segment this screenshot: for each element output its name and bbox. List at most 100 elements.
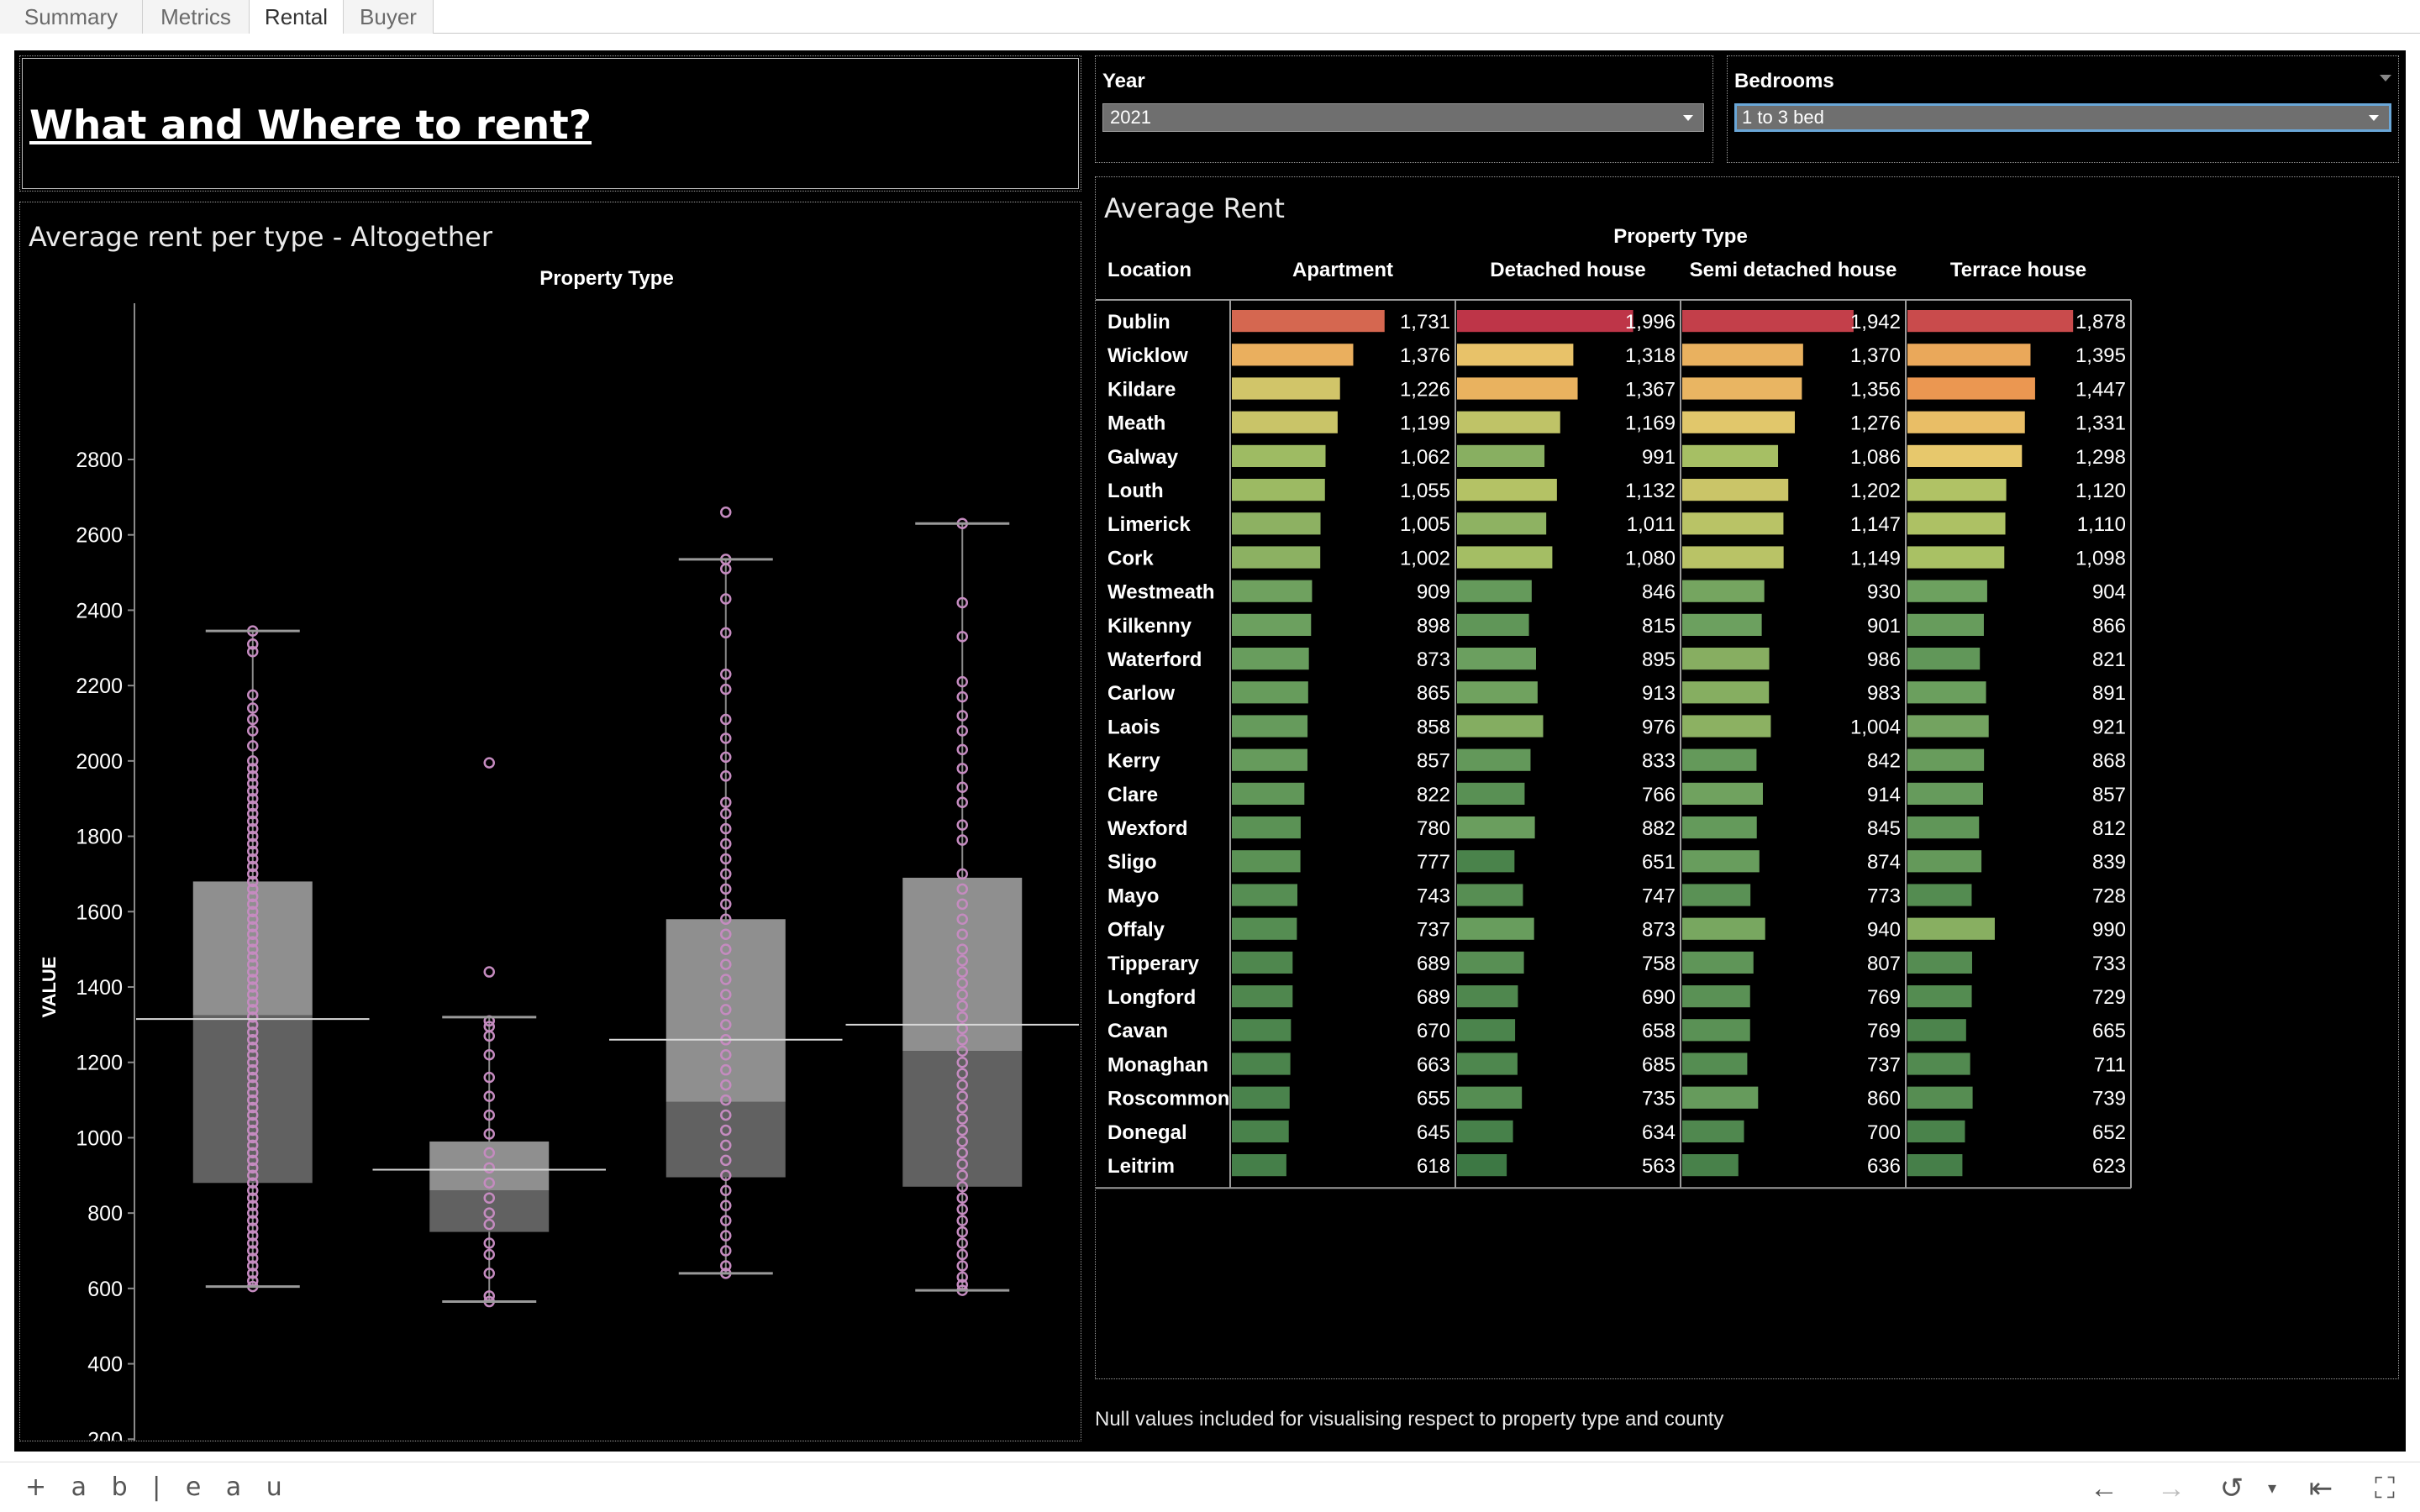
rent-bar[interactable] <box>1457 1019 1516 1042</box>
rent-bar[interactable] <box>1907 1154 1963 1177</box>
rent-bar[interactable] <box>1457 748 1531 771</box>
rent-bar[interactable] <box>1682 580 1765 602</box>
rent-bar[interactable] <box>1457 782 1525 805</box>
rent-bar[interactable] <box>1682 681 1770 704</box>
rent-bar[interactable] <box>1682 816 1757 839</box>
rent-bar[interactable] <box>1232 377 1340 400</box>
bedrooms-dropdown[interactable]: 1 to 3 bed <box>1734 103 2391 132</box>
filter-menu-icon[interactable] <box>2380 75 2391 81</box>
rent-bar[interactable] <box>1682 951 1754 974</box>
rent-bar[interactable] <box>1907 411 2025 433</box>
year-dropdown[interactable]: 2021 <box>1102 103 1704 132</box>
rent-bar[interactable] <box>1457 884 1523 906</box>
rent-bar[interactable] <box>1457 681 1538 704</box>
rent-bar[interactable] <box>1907 344 2031 366</box>
rent-bar[interactable] <box>1682 546 1784 569</box>
rent-bar[interactable] <box>1907 884 1972 906</box>
rent-bar[interactable] <box>1232 546 1321 569</box>
rent-bar[interactable] <box>1682 444 1779 467</box>
rent-bar[interactable] <box>1457 1154 1507 1177</box>
rent-bar[interactable] <box>1232 344 1354 366</box>
rent-bar[interactable] <box>1232 648 1309 670</box>
rent-bar[interactable] <box>1457 479 1557 501</box>
rent-bar[interactable] <box>1457 648 1536 670</box>
rent-bar[interactable] <box>1682 411 1795 433</box>
rent-bar[interactable] <box>1907 1086 1973 1109</box>
rent-bar[interactable] <box>1907 985 1972 1008</box>
rent-bar[interactable] <box>1232 850 1301 873</box>
rent-bar[interactable] <box>1457 1086 1523 1109</box>
rent-bar[interactable] <box>1682 344 1803 366</box>
rent-bar[interactable] <box>1907 748 1985 771</box>
rent-bar[interactable] <box>1457 816 1535 839</box>
rent-bar[interactable] <box>1232 782 1305 805</box>
rent-bar[interactable] <box>1907 310 2074 333</box>
rent-bar[interactable] <box>1232 748 1307 771</box>
rent-bar[interactable] <box>1682 479 1789 501</box>
rent-bar[interactable] <box>1232 816 1301 839</box>
rent-bar[interactable] <box>1232 1086 1290 1109</box>
redo-icon[interactable]: → <box>2154 1474 2188 1503</box>
rent-bar[interactable] <box>1232 1053 1291 1075</box>
rent-bar[interactable] <box>1457 951 1524 974</box>
rent-bar[interactable] <box>1232 479 1325 501</box>
rent-bar[interactable] <box>1907 377 2035 400</box>
rent-bar[interactable] <box>1682 917 1765 940</box>
rent-bar[interactable] <box>1682 782 1763 805</box>
rent-bar[interactable] <box>1907 648 1981 670</box>
rent-bar[interactable] <box>1232 715 1308 738</box>
data-point[interactable] <box>483 757 495 769</box>
tableau-logo[interactable]: + a b | e a u <box>25 1473 291 1502</box>
data-point[interactable] <box>483 966 495 978</box>
rent-bar[interactable] <box>1232 884 1298 906</box>
pause-icon[interactable]: ⇤ <box>2304 1474 2338 1503</box>
rent-bar[interactable] <box>1232 310 1385 333</box>
rent-bar[interactable] <box>1457 546 1553 569</box>
rent-bar[interactable] <box>1457 985 1518 1008</box>
rent-bar[interactable] <box>1682 648 1770 670</box>
rent-bar[interactable] <box>1457 917 1534 940</box>
rent-bar[interactable] <box>1682 1019 1750 1042</box>
rent-bar[interactable] <box>1232 951 1293 974</box>
rent-bar[interactable] <box>1682 310 1854 333</box>
rent-bar[interactable] <box>1232 512 1321 535</box>
rent-bar[interactable] <box>1232 917 1297 940</box>
rent-bar[interactable] <box>1907 816 1980 839</box>
rent-bar[interactable] <box>1907 613 1984 636</box>
rent-bar[interactable] <box>1907 444 2023 467</box>
rent-bar[interactable] <box>1232 411 1338 433</box>
rent-bar[interactable] <box>1907 546 2005 569</box>
rent-bar[interactable] <box>1457 411 1560 433</box>
tab-summary[interactable]: Summary <box>0 0 143 34</box>
rent-bar[interactable] <box>1907 1053 1970 1075</box>
tab-rental[interactable]: Rental <box>250 0 344 34</box>
revert-icon[interactable]: ↺ <box>2215 1474 2249 1503</box>
rent-bar[interactable] <box>1457 715 1544 738</box>
rent-bar[interactable] <box>1907 917 1995 940</box>
rent-bar[interactable] <box>1907 850 1982 873</box>
rent-bar[interactable] <box>1232 1120 1289 1142</box>
rent-bar[interactable] <box>1682 748 1757 771</box>
rent-bar[interactable] <box>1457 512 1547 535</box>
rent-bar[interactable] <box>1682 377 1802 400</box>
rent-bar[interactable] <box>1457 1053 1518 1075</box>
box-lower-half[interactable] <box>902 1051 1023 1187</box>
rent-bar[interactable] <box>1457 850 1515 873</box>
rent-bar[interactable] <box>1682 1120 1744 1142</box>
rent-bar[interactable] <box>1907 479 2007 501</box>
rent-bar[interactable] <box>1907 512 2006 535</box>
rent-bar[interactable] <box>1457 1120 1513 1142</box>
rent-bar[interactable] <box>1682 512 1784 535</box>
rent-bar[interactable] <box>1457 344 1574 366</box>
rent-bar[interactable] <box>1232 613 1312 636</box>
rent-bar[interactable] <box>1907 782 1983 805</box>
rent-bar[interactable] <box>1457 310 1634 333</box>
rent-bar[interactable] <box>1232 580 1313 602</box>
tab-buyer[interactable]: Buyer <box>344 0 434 34</box>
rent-bar[interactable] <box>1457 377 1578 400</box>
rent-bar[interactable] <box>1682 884 1751 906</box>
fullscreen-icon[interactable]: ⛶ <box>2368 1474 2402 1503</box>
rent-bar[interactable] <box>1232 444 1326 467</box>
data-point[interactable] <box>720 507 732 518</box>
rent-bar[interactable] <box>1907 951 1972 974</box>
